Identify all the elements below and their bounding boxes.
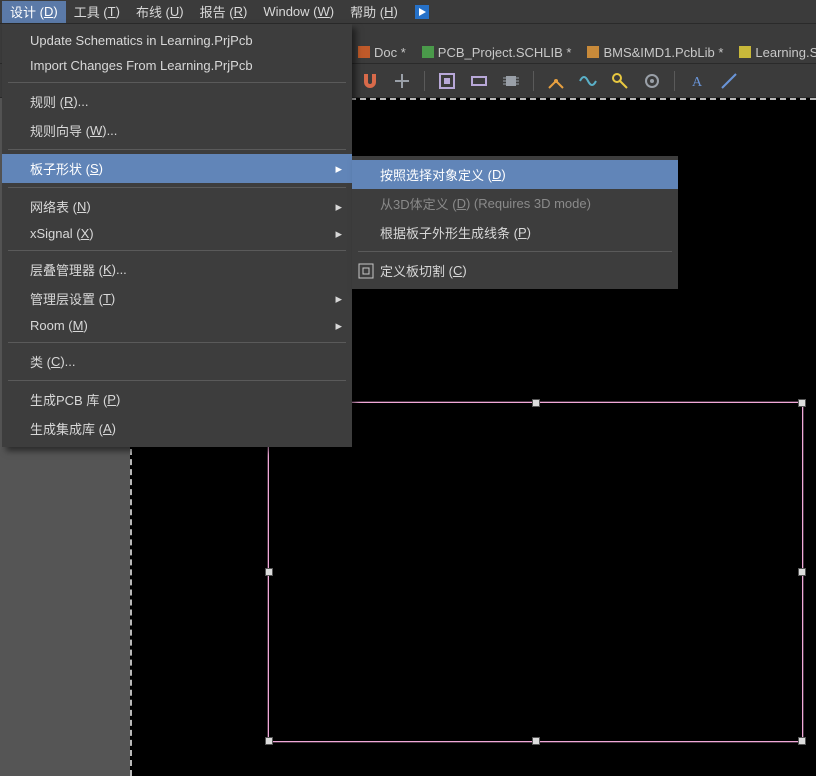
plus-icon[interactable] (392, 71, 412, 91)
menu-item-netlist[interactable]: 网络表 (N) ▸ (2, 192, 352, 221)
menubar-item-reports[interactable]: 报告 (R) (192, 1, 256, 23)
menu-separator (8, 149, 346, 150)
pad-round-icon[interactable] (642, 71, 662, 91)
resize-handle[interactable] (798, 568, 806, 576)
doc-icon (422, 46, 434, 58)
submenu-item-define-from-selection[interactable]: 按照选择对象定义 (D) (352, 160, 678, 189)
document-tab[interactable]: Learning.SchD (733, 45, 816, 60)
menu-separator (8, 342, 346, 343)
document-tab[interactable]: Doc * (352, 45, 412, 60)
menu-separator (8, 380, 346, 381)
menu-item-manage-layers[interactable]: 管理层设置 (T) ▸ (2, 284, 352, 313)
menu-item-layer-stack[interactable]: 层叠管理器 (K)... (2, 255, 352, 284)
menu-item-classes[interactable]: 类 (C)... (2, 347, 352, 376)
menu-item-xsignal[interactable]: xSignal (X) ▸ (2, 221, 352, 246)
menu-item-rule-wizard[interactable]: 规则向导 (W)... (2, 116, 352, 145)
submenu-item-define-from-3d: 从3D体定义 (D) (Requires 3D mode) (352, 189, 678, 218)
toolbar-separator (424, 71, 425, 91)
submenu-item-create-primitives[interactable]: 根据板子外形生成线条 (P) (352, 218, 678, 247)
play-icon[interactable] (414, 4, 430, 20)
menu-separator (8, 187, 346, 188)
resize-handle[interactable] (265, 737, 273, 745)
menu-separator (8, 250, 346, 251)
menubar-item-help[interactable]: 帮助 (H) (342, 1, 406, 23)
net-orange-icon[interactable] (546, 71, 566, 91)
menu-item-board-shape[interactable]: 板子形状 (S) ▸ (2, 154, 352, 183)
menu-item-rules[interactable]: 规则 (R)... (2, 87, 352, 116)
toolbar-separator (533, 71, 534, 91)
text-icon[interactable]: A (687, 71, 707, 91)
toolbar-separator (674, 71, 675, 91)
menu-item-update-schematics[interactable]: Update Schematics in Learning.PrjPcb (2, 28, 352, 53)
magnet-icon[interactable] (360, 71, 380, 91)
menu-item-make-integrated-lib[interactable]: 生成集成库 (A) (2, 414, 352, 443)
submenu-arrow-icon: ▸ (335, 291, 342, 307)
submenu-arrow-icon: ▸ (335, 199, 342, 215)
submenu-arrow-icon: ▸ (335, 226, 342, 242)
submenu-arrow-icon: ▸ (335, 161, 342, 177)
submenu-arrow-icon: ▸ (335, 318, 342, 334)
menubar-item-window[interactable]: Window (W) (255, 1, 342, 23)
doc-icon (739, 46, 751, 58)
svg-text:A: A (692, 75, 703, 90)
menu-item-import-changes[interactable]: Import Changes From Learning.PrjPcb (2, 53, 352, 78)
doc-icon (587, 46, 599, 58)
wrench-icon[interactable] (610, 71, 630, 91)
document-tab[interactable]: BMS&IMD1.PcbLib * (581, 45, 729, 60)
submenu-item-define-cutout[interactable]: 定义板切割 (C) (352, 256, 678, 285)
menubar-item-route[interactable]: 布线 (U) (128, 1, 192, 23)
document-tab[interactable]: PCB_Project.SCHLIB * (416, 45, 578, 60)
ic-icon[interactable] (501, 71, 521, 91)
selection-rectangle[interactable] (268, 402, 803, 742)
design-menu-dropdown: Update Schematics in Learning.PrjPcb Imp… (2, 24, 352, 447)
resize-handle[interactable] (532, 737, 540, 745)
pad-square-icon[interactable] (437, 71, 457, 91)
menubar-item-tools[interactable]: 工具 (T) (66, 1, 128, 23)
menubar: 设计 (D) 工具 (T) 布线 (U) 报告 (R) Window (W) 帮… (0, 0, 816, 24)
menubar-item-design[interactable]: 设计 (D) (2, 1, 66, 23)
line-icon[interactable] (719, 71, 739, 91)
resize-handle[interactable] (798, 399, 806, 407)
resize-handle[interactable] (798, 737, 806, 745)
pad-rect-icon[interactable] (469, 71, 489, 91)
menu-item-room[interactable]: Room (M) ▸ (2, 313, 352, 338)
menu-separator (358, 251, 672, 252)
cutout-icon (358, 263, 374, 279)
resize-handle[interactable] (265, 568, 273, 576)
wave-icon[interactable] (578, 71, 598, 91)
resize-handle[interactable] (532, 399, 540, 407)
board-shape-submenu: 按照选择对象定义 (D) 从3D体定义 (D) (Requires 3D mod… (352, 156, 678, 289)
menu-item-make-pcb-lib[interactable]: 生成PCB 库 (P) (2, 385, 352, 414)
menu-separator (8, 82, 346, 83)
doc-icon (358, 46, 370, 58)
